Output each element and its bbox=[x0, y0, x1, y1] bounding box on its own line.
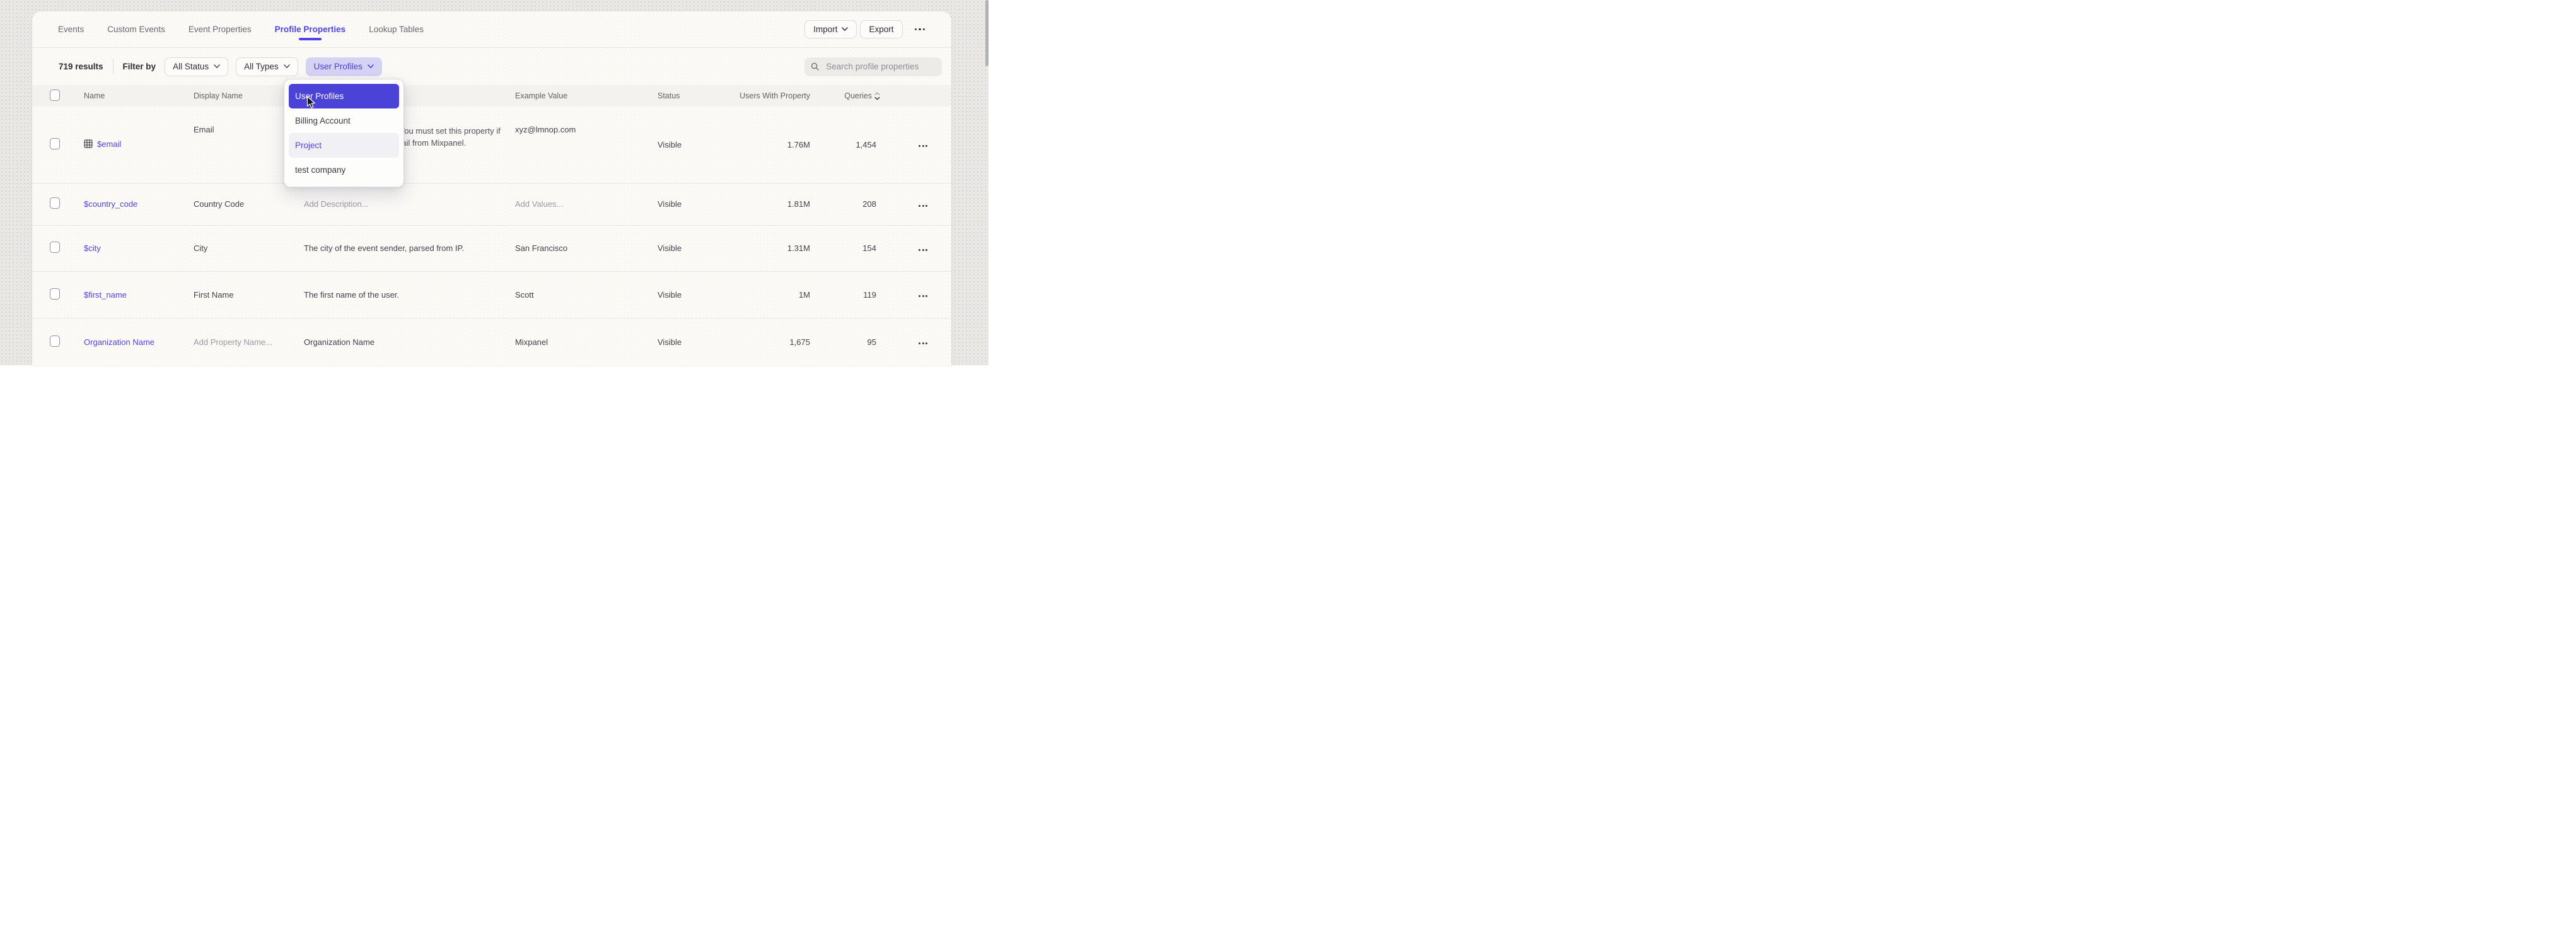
search-input[interactable] bbox=[825, 61, 936, 72]
status-cell: Visible bbox=[651, 107, 730, 183]
row-checkbox[interactable] bbox=[50, 197, 60, 209]
row-checkbox[interactable] bbox=[50, 242, 60, 253]
table-header-row: Name Display Name Description Example Va… bbox=[32, 85, 951, 107]
users-with-property-cell: 1.31M bbox=[730, 225, 812, 271]
tab-custom-events[interactable]: Custom Events bbox=[107, 11, 165, 48]
results-count: 719 results bbox=[59, 62, 103, 71]
menu-item-test-company[interactable]: test company bbox=[289, 158, 399, 182]
sort-icon bbox=[874, 92, 880, 100]
table-row: Organization Name Add Property Name... O… bbox=[32, 318, 951, 365]
lexicon-card: Events Custom Events Event Properties Pr… bbox=[32, 11, 951, 365]
row-checkbox[interactable] bbox=[50, 138, 60, 149]
tab-event-properties[interactable]: Event Properties bbox=[189, 11, 252, 48]
chevron-down-icon bbox=[368, 64, 374, 69]
row-actions-button[interactable] bbox=[919, 340, 927, 347]
tab-bar: Events Custom Events Event Properties Pr… bbox=[32, 11, 951, 48]
column-header-users-with-property: Users With Property bbox=[730, 85, 812, 107]
users-with-property-cell: 1.76M bbox=[730, 107, 812, 183]
property-name-link[interactable]: $first_name bbox=[84, 290, 127, 300]
chevron-down-icon bbox=[842, 27, 848, 32]
description-cell: The first name of the user. bbox=[298, 271, 509, 318]
search-box[interactable] bbox=[804, 57, 942, 76]
search-icon bbox=[811, 62, 819, 71]
status-cell: Visible bbox=[651, 318, 730, 365]
example-value-cell: Mixpanel bbox=[509, 318, 651, 365]
table-row: $first_name First Name The first name of… bbox=[32, 271, 951, 318]
queries-cell: 154 bbox=[812, 225, 881, 271]
example-value-placeholder[interactable]: Add Values... bbox=[509, 183, 651, 225]
export-button-label: Export bbox=[869, 25, 893, 34]
status-cell: Visible bbox=[651, 183, 730, 225]
group-dropdown-menu: User Profiles Billing Account Project te… bbox=[284, 79, 404, 187]
menu-item-project[interactable]: Project bbox=[289, 133, 399, 158]
users-with-property-cell: 1,675 bbox=[730, 318, 812, 365]
description-placeholder[interactable]: Add Description... bbox=[298, 183, 509, 225]
display-name-cell: Country Code bbox=[187, 183, 298, 225]
column-header-name: Name bbox=[78, 85, 187, 107]
status-cell: Visible bbox=[651, 271, 730, 318]
status-filter-label: All Status bbox=[173, 62, 209, 71]
column-header-status: Status bbox=[651, 85, 730, 107]
group-filter-dropdown[interactable]: User Profiles bbox=[306, 57, 382, 76]
chevron-down-icon bbox=[214, 64, 220, 69]
import-button-label: Import bbox=[813, 25, 837, 34]
menu-item-billing-account[interactable]: Billing Account bbox=[289, 108, 399, 133]
display-name-cell: First Name bbox=[187, 271, 298, 318]
header-actions: Import Export bbox=[804, 20, 928, 38]
queries-cell: 1,454 bbox=[812, 107, 881, 183]
example-value-cell: Scott bbox=[509, 271, 651, 318]
example-value-cell: xyz@lmnop.com bbox=[509, 107, 651, 183]
queries-header-label: Queries bbox=[844, 91, 872, 100]
property-name-link[interactable]: $email bbox=[97, 139, 121, 149]
example-value-cell: San Francisco bbox=[509, 225, 651, 271]
tabs: Events Custom Events Event Properties Pr… bbox=[58, 11, 424, 48]
display-name-cell: City bbox=[187, 225, 298, 271]
tab-events[interactable]: Events bbox=[58, 11, 84, 48]
group-filter-label: User Profiles bbox=[314, 62, 363, 71]
type-filter-label: All Types bbox=[244, 62, 279, 71]
import-button[interactable]: Import bbox=[804, 20, 857, 38]
property-name-link[interactable]: $city bbox=[84, 243, 101, 253]
scrollbar-thumb[interactable] bbox=[985, 0, 989, 66]
chevron-down-icon bbox=[284, 64, 290, 69]
property-name-link[interactable]: Organization Name bbox=[84, 337, 154, 347]
menu-item-user-profiles[interactable]: User Profiles bbox=[289, 84, 399, 108]
tab-lookup-tables[interactable]: Lookup Tables bbox=[369, 11, 424, 48]
column-header-example-value: Example Value bbox=[509, 85, 651, 107]
table-row: $country_code Country Code Add Descripti… bbox=[32, 183, 951, 225]
property-name-link[interactable]: $country_code bbox=[84, 199, 137, 209]
export-button[interactable]: Export bbox=[860, 20, 902, 38]
queries-cell: 208 bbox=[812, 183, 881, 225]
users-with-property-cell: 1.81M bbox=[730, 183, 812, 225]
status-filter-dropdown[interactable]: All Status bbox=[165, 57, 228, 76]
row-actions-button[interactable] bbox=[919, 293, 927, 300]
display-name-cell: Email bbox=[187, 107, 298, 183]
type-filter-dropdown[interactable]: All Types bbox=[236, 57, 298, 76]
filter-by-label: Filter by bbox=[123, 62, 156, 71]
row-actions-button[interactable] bbox=[919, 247, 927, 254]
properties-table: Name Display Name Description Example Va… bbox=[32, 85, 951, 365]
description-cell: The city of the event sender, parsed fro… bbox=[298, 225, 509, 271]
table-row: $email Email The user's email address. Y… bbox=[32, 107, 951, 183]
select-all-checkbox[interactable] bbox=[50, 90, 60, 101]
filter-bar: 719 results Filter by All Status All Typ… bbox=[32, 48, 951, 85]
queries-cell: 119 bbox=[812, 271, 881, 318]
row-actions-button[interactable] bbox=[919, 202, 927, 209]
users-with-property-cell: 1M bbox=[730, 271, 812, 318]
queries-cell: 95 bbox=[812, 318, 881, 365]
column-header-queries[interactable]: Queries bbox=[812, 85, 881, 107]
more-menu-button[interactable] bbox=[912, 25, 929, 34]
row-checkbox[interactable] bbox=[50, 288, 60, 300]
row-checkbox[interactable] bbox=[50, 335, 60, 347]
tab-profile-properties[interactable]: Profile Properties bbox=[275, 11, 346, 48]
status-cell: Visible bbox=[651, 225, 730, 271]
description-cell: Organization Name bbox=[298, 318, 509, 365]
grid-icon bbox=[84, 139, 93, 148]
page-background: Events Custom Events Event Properties Pr… bbox=[0, 0, 989, 365]
row-actions-button[interactable] bbox=[919, 143, 927, 149]
column-header-display-name: Display Name bbox=[187, 85, 298, 107]
table-row: $city City The city of the event sender,… bbox=[32, 225, 951, 271]
display-name-placeholder[interactable]: Add Property Name... bbox=[187, 318, 298, 365]
